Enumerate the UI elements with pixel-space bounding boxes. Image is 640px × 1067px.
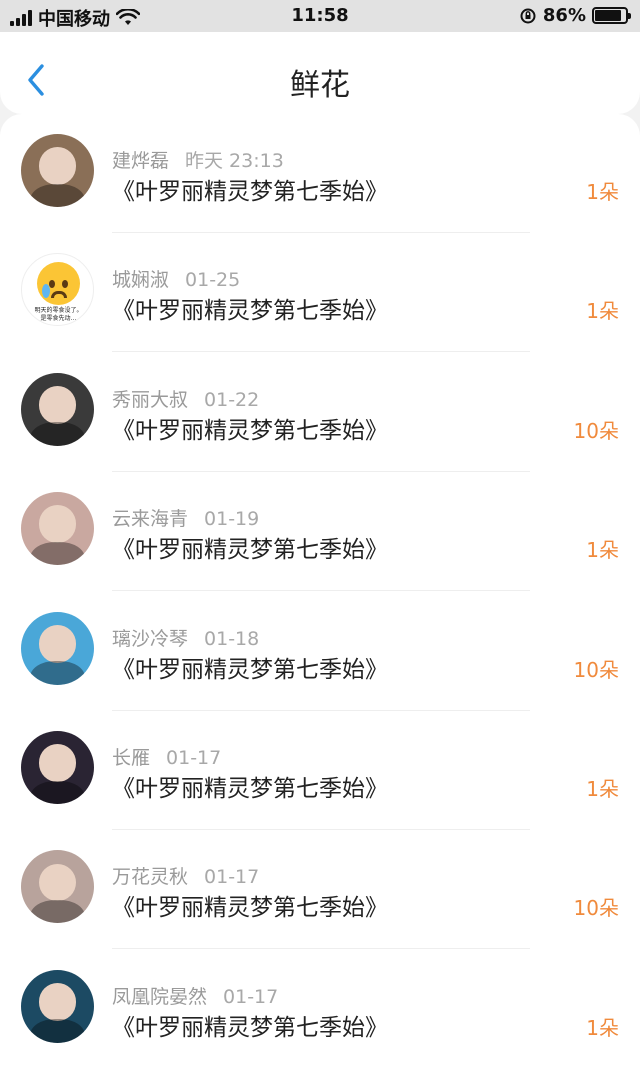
item-meta: 城娴淑 01-25 <box>112 265 240 292</box>
avatar[interactable] <box>21 850 94 924</box>
user-name[interactable]: 璃沙冷琴 <box>112 628 188 650</box>
flower-count: 1朵 <box>586 1015 619 1040</box>
user-name[interactable]: 秀丽大叔 <box>112 389 188 411</box>
list-item[interactable]: 建烨磊 昨天 23:13 《叶罗丽精灵梦第七季始》 1朵 <box>0 114 640 233</box>
list-item[interactable]: 明天的零食没了。 是零食先动… 城娴淑 01-25 《叶罗丽精灵梦第七季始》 1朵 <box>0 233 640 353</box>
orientation-lock-icon <box>520 8 536 23</box>
work-title[interactable]: 《叶罗丽精灵梦第七季始》 <box>112 411 388 445</box>
user-name[interactable]: 万花灵秋 <box>112 866 188 888</box>
item-meta: 建烨磊 昨天 23:13 <box>112 146 284 173</box>
flower-count: 1朵 <box>586 777 619 801</box>
battery-percent: 86% <box>542 5 586 26</box>
avatar[interactable] <box>21 969 94 1043</box>
crying-emoji-icon <box>37 262 80 306</box>
avatar[interactable] <box>21 372 94 446</box>
item-meta: 璃沙冷琴 01-18 <box>112 624 259 651</box>
flower-count: 10朵 <box>573 418 619 443</box>
flower-count: 1朵 <box>586 538 619 563</box>
item-date: 01-19 <box>204 508 260 531</box>
user-name[interactable]: 长雁 <box>112 747 150 769</box>
flower-count: 10朵 <box>573 657 619 682</box>
item-date: 01-17 <box>166 747 222 769</box>
work-title[interactable]: 《叶罗丽精灵梦第七季始》 <box>112 530 388 564</box>
list-item[interactable]: 万花灵秋 01-17 《叶罗丽精灵梦第七季始》 10朵 <box>0 830 640 950</box>
flower-list: 建烨磊 昨天 23:13 《叶罗丽精灵梦第七季始》 1朵 明天的零食没了。 是零食先动…… <box>0 114 640 1067</box>
list-item[interactable]: 秀丽大叔 01-22 《叶罗丽精灵梦第七季始》 10朵 <box>0 353 640 472</box>
list-item[interactable]: 凤凰院晏然 01-17 《叶罗丽精灵梦第七季始》 1朵 <box>0 950 640 1067</box>
user-name[interactable]: 凤凰院晏然 <box>112 986 207 1008</box>
nav-bar: 鲜花 <box>0 32 640 114</box>
item-date: 昨天 23:13 <box>185 150 284 172</box>
list-item[interactable]: 长雁 01-17 《叶罗丽精灵梦第七季始》 1朵 <box>0 711 640 830</box>
work-title[interactable]: 《叶罗丽精灵梦第七季始》 <box>112 291 388 325</box>
work-title[interactable]: 《叶罗丽精灵梦第七季始》 <box>112 650 388 684</box>
work-title[interactable]: 《叶罗丽精灵梦第七季始》 <box>112 769 388 803</box>
user-name[interactable]: 云来海青 <box>112 508 188 530</box>
item-date: 01-17 <box>204 866 260 889</box>
avatar[interactable] <box>21 611 94 685</box>
item-date: 01-18 <box>204 627 260 650</box>
item-date: 01-25 <box>185 269 241 292</box>
avatar[interactable] <box>21 492 94 566</box>
avatar[interactable]: 明天的零食没了。 是零食先动… <box>21 253 94 327</box>
status-bar: 中国移动 11:58 86% <box>0 0 640 32</box>
work-title[interactable]: 《叶罗丽精灵梦第七季始》 <box>112 1008 388 1042</box>
work-title[interactable]: 《叶罗丽精灵梦第七季始》 <box>112 888 388 922</box>
status-right: 86% <box>519 5 631 26</box>
flower-count: 1朵 <box>586 180 619 204</box>
list-item[interactable]: 云来海青 01-19 《叶罗丽精灵梦第七季始》 1朵 <box>0 472 640 592</box>
item-meta: 云来海青 01-19 <box>112 504 259 531</box>
list-item[interactable]: 璃沙冷琴 01-18 《叶罗丽精灵梦第七季始》 10朵 <box>0 592 640 711</box>
flower-count: 1朵 <box>586 299 619 324</box>
work-title[interactable]: 《叶罗丽精灵梦第七季始》 <box>112 172 388 206</box>
battery-icon <box>592 7 631 24</box>
item-date: 01-22 <box>204 388 260 411</box>
avatar[interactable] <box>21 731 94 804</box>
avatar[interactable] <box>21 134 94 207</box>
item-meta: 秀丽大叔 01-22 <box>112 385 259 412</box>
item-date: 01-17 <box>223 985 279 1008</box>
avatar-caption: 明天的零食没了。 是零食先动… <box>34 307 83 323</box>
item-meta: 万花灵秋 01-17 <box>112 862 259 889</box>
item-meta: 凤凰院晏然 01-17 <box>112 982 278 1009</box>
page-title: 鲜花 <box>290 68 350 103</box>
flower-count: 10朵 <box>573 896 619 921</box>
user-name[interactable]: 建烨磊 <box>112 150 169 172</box>
item-meta: 长雁 01-17 <box>112 743 221 770</box>
user-name[interactable]: 城娴淑 <box>112 269 169 291</box>
